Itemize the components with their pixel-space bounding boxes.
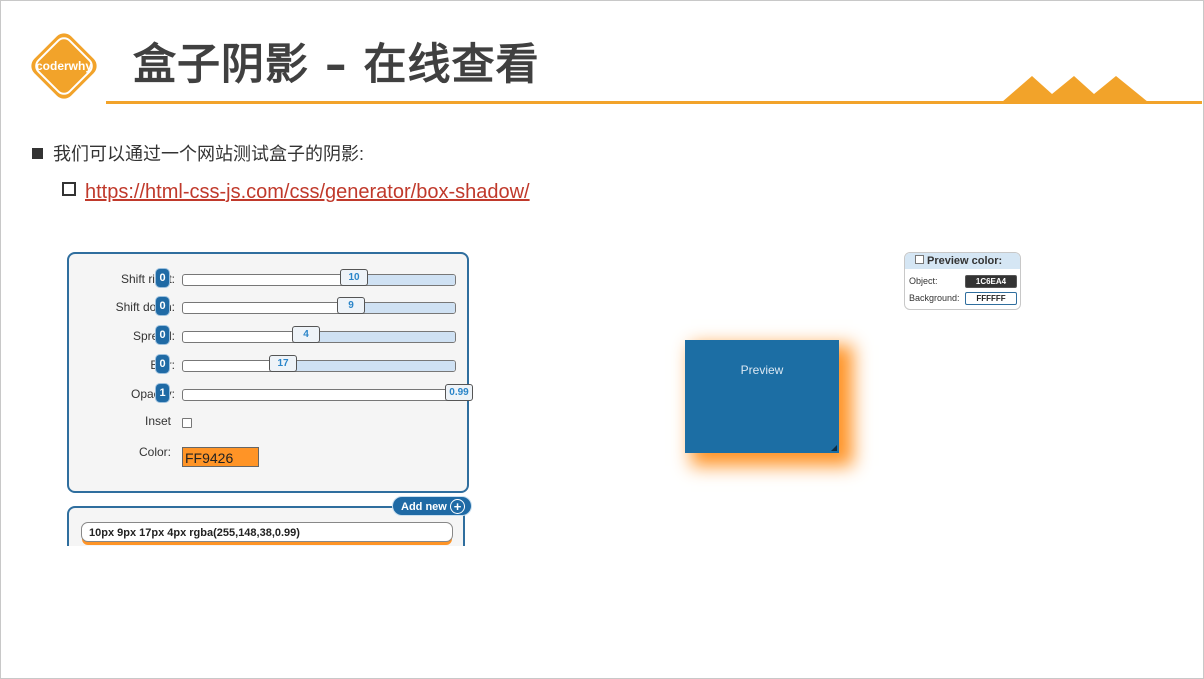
preview-color-title: Preview color: bbox=[927, 255, 1003, 267]
box-shadow-generator-link[interactable]: https://html-css-js.com/css/generator/bo… bbox=[85, 181, 530, 203]
preview-color-panel: Preview color: Object: 1C6EA4 Background… bbox=[904, 252, 1021, 310]
slider-row-spread: Spread: 0 4 bbox=[69, 326, 467, 348]
slider-thumb[interactable]: 4 bbox=[292, 326, 320, 343]
color-label: Color: bbox=[138, 445, 171, 459]
slider-row-shift-down: Shift down: 0 9 bbox=[69, 297, 467, 319]
box-shadow-css-field[interactable]: 10px 9px 17px 4px rgba(255,148,38,0.99) bbox=[81, 522, 453, 542]
preview-label: Preview bbox=[740, 363, 784, 377]
hollow-square-bullet-icon bbox=[62, 182, 76, 196]
counter-badge[interactable]: 0 bbox=[156, 326, 169, 344]
intro-bullet: 我们可以通过一个网站测试盒子的阴影: bbox=[32, 140, 364, 166]
slider-track[interactable] bbox=[182, 274, 456, 286]
inset-label: Inset bbox=[144, 414, 171, 428]
object-color-label: Object: bbox=[909, 276, 938, 286]
link-bullet: https://html-css-js.com/css/generator/bo… bbox=[62, 181, 530, 204]
slider-thumb[interactable]: 10 bbox=[340, 269, 368, 286]
background-color-label: Background: bbox=[909, 293, 960, 303]
plus-circle-icon: + bbox=[450, 499, 465, 514]
preview-color-header: Preview color: bbox=[905, 253, 1020, 269]
counter-badge[interactable]: 0 bbox=[156, 355, 169, 373]
preview-box[interactable]: Preview bbox=[685, 340, 839, 453]
resize-grip-icon[interactable] bbox=[831, 445, 837, 451]
add-new-button[interactable]: Add new + bbox=[392, 496, 472, 516]
add-new-label: Add new bbox=[401, 501, 447, 513]
color-input[interactable]: FF9426 bbox=[182, 447, 259, 467]
slider-row-blur: Blur: 0 17 bbox=[69, 355, 467, 377]
slider-track[interactable] bbox=[182, 302, 456, 314]
slider-row-shift-right: Shift right: 0 10 bbox=[69, 269, 467, 291]
slider-track[interactable] bbox=[182, 389, 456, 401]
slider-thumb[interactable]: 17 bbox=[269, 355, 297, 372]
shadow-controls-panel: Shift right: 0 10 Shift down: 0 9 Spread… bbox=[67, 252, 473, 493]
slider-row-opacity: Opacity: 1 0.99 bbox=[69, 384, 473, 406]
object-color-input[interactable]: 1C6EA4 bbox=[965, 275, 1017, 288]
counter-badge[interactable]: 0 bbox=[156, 269, 169, 287]
intro-text: 我们可以通过一个网站测试盒子的阴影: bbox=[53, 144, 364, 164]
counter-badge[interactable]: 1 bbox=[156, 384, 169, 402]
page-title: 盒子阴影 – 在线查看 bbox=[133, 40, 540, 90]
logo-text: coderwhy bbox=[36, 59, 92, 73]
mountain-decoration bbox=[1002, 76, 1148, 102]
preview-color-checkbox[interactable] bbox=[915, 255, 924, 264]
coderwhy-logo: coderwhy bbox=[24, 26, 104, 106]
background-color-input[interactable]: FFFFFF bbox=[965, 292, 1017, 305]
slider-thumb[interactable]: 9 bbox=[337, 297, 365, 314]
square-bullet-icon bbox=[32, 148, 43, 159]
slider-thumb[interactable]: 0.99 bbox=[445, 384, 473, 401]
counter-badge[interactable]: 0 bbox=[156, 297, 169, 315]
slider-track[interactable] bbox=[182, 360, 456, 372]
inset-checkbox[interactable] bbox=[182, 418, 192, 428]
